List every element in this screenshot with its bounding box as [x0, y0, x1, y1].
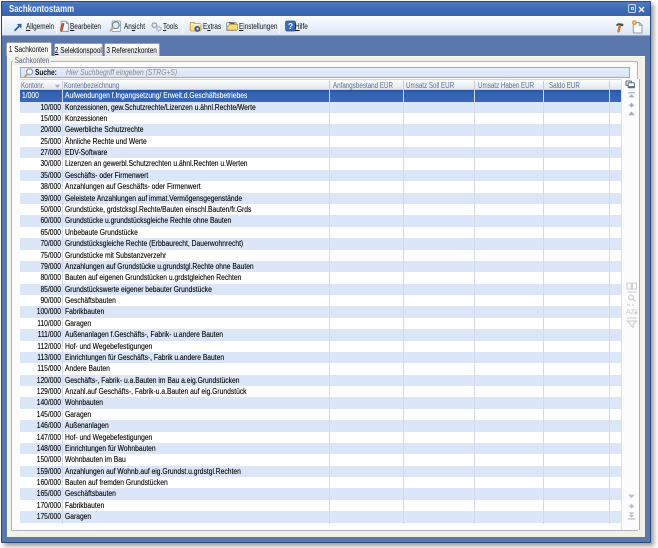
svg-text:AZ: AZ — [626, 309, 636, 315]
svg-text:?: ? — [287, 21, 292, 31]
